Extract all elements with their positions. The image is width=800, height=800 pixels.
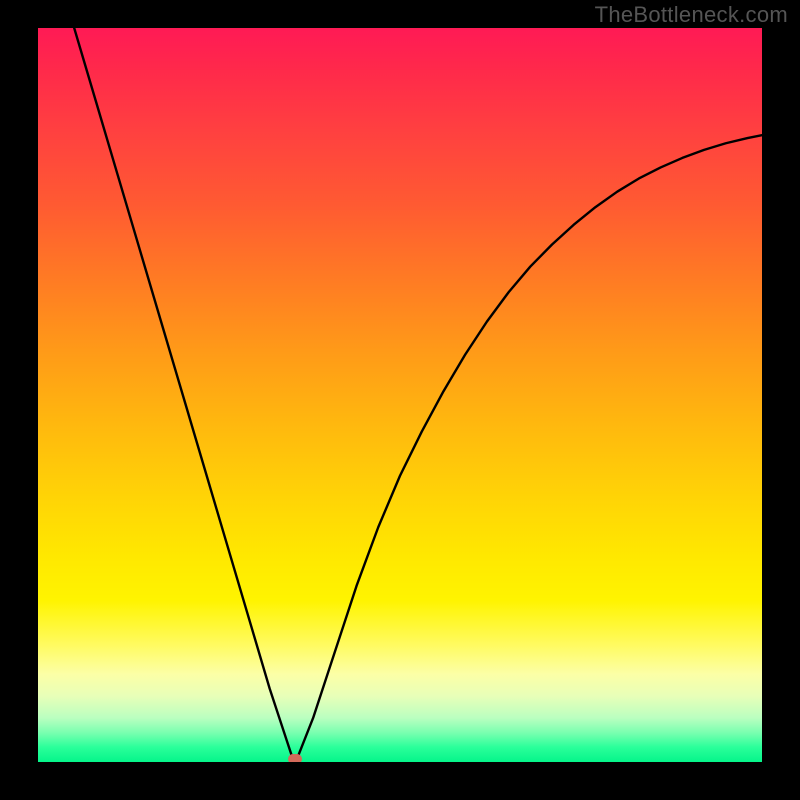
minimum-marker (288, 754, 302, 762)
chart-frame: TheBottleneck.com (0, 0, 800, 800)
curve-svg (38, 28, 762, 762)
watermark-text: TheBottleneck.com (595, 2, 788, 28)
plot-area (38, 28, 762, 762)
bottleneck-curve (74, 28, 762, 759)
